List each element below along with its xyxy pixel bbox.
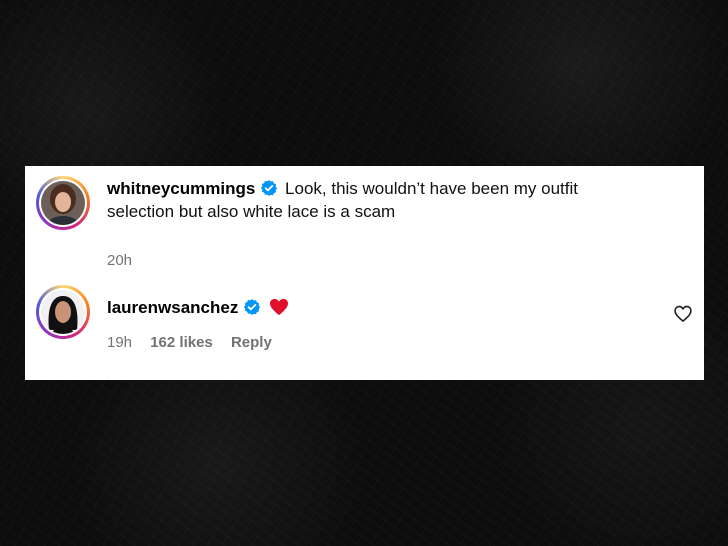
avatar-photo bbox=[41, 290, 85, 334]
avatar[interactable] bbox=[36, 176, 90, 230]
verified-badge-icon bbox=[244, 299, 261, 315]
comment-body: whitneycummings Look, this wouldn’t have… bbox=[107, 177, 647, 223]
comment-time: 19h bbox=[107, 334, 133, 351]
comment-body: laurenwsanchez bbox=[107, 296, 647, 319]
heart-outline-icon[interactable] bbox=[673, 304, 693, 324]
comment-time: 20h bbox=[107, 252, 133, 269]
verified-badge-icon bbox=[261, 180, 278, 196]
comment-username[interactable]: laurenwsanchez bbox=[107, 298, 238, 317]
comment-username[interactable]: whitneycummings bbox=[107, 179, 255, 198]
comments-card: whitneycummings Look, this wouldn’t have… bbox=[25, 166, 704, 380]
avatar[interactable] bbox=[36, 285, 90, 339]
reply-button[interactable]: Reply bbox=[231, 334, 272, 351]
red-heart-emoji-icon bbox=[270, 298, 289, 316]
comment-meta: 20h bbox=[107, 252, 146, 269]
likes-count[interactable]: 162 likes bbox=[150, 334, 213, 351]
avatar-photo bbox=[41, 181, 85, 225]
comment-meta: 19h 162 likes Reply bbox=[107, 334, 286, 351]
